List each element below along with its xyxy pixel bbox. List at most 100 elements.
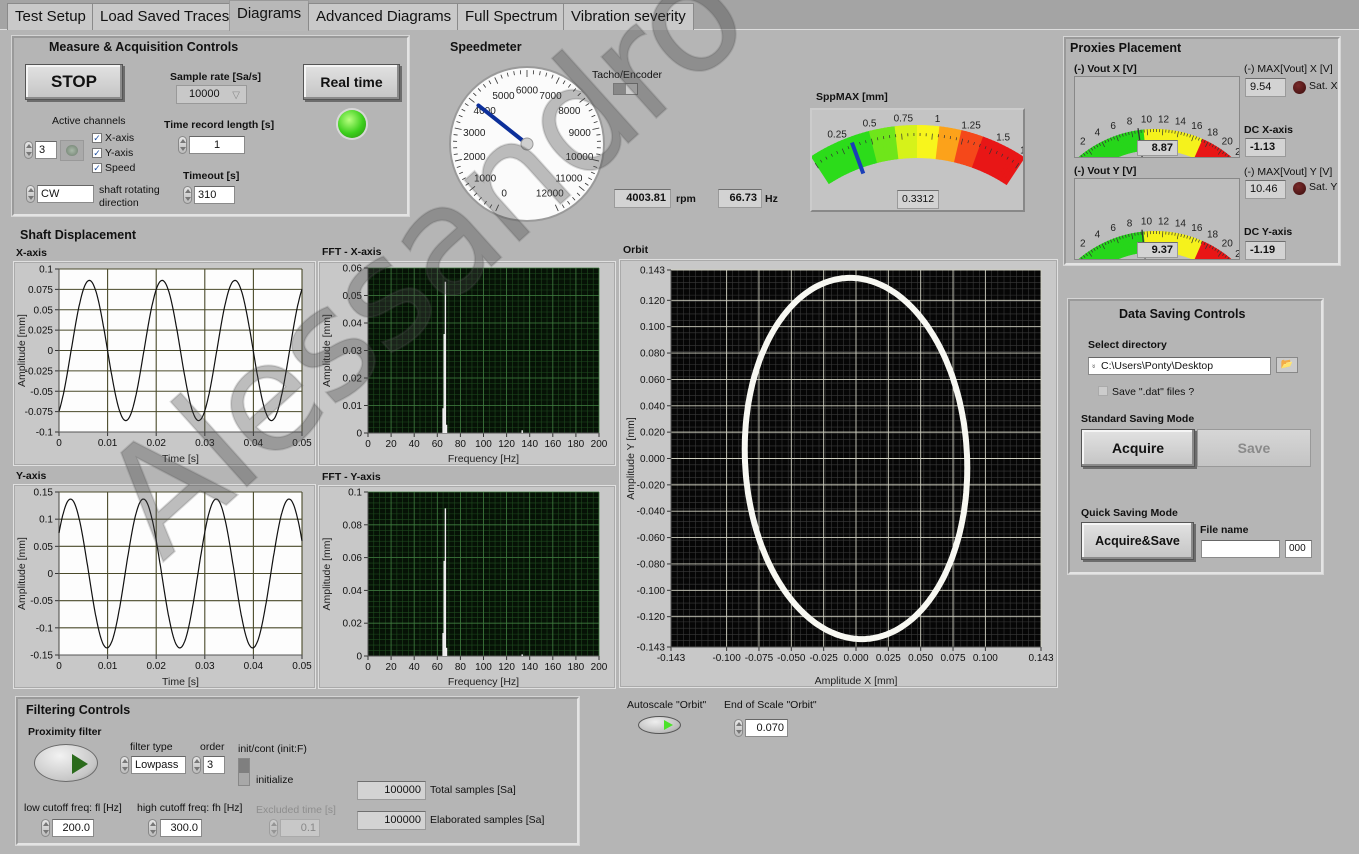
tick-label-y: -0.05 xyxy=(30,596,53,607)
tacho-encoder-switch[interactable] xyxy=(613,83,638,95)
max-x-value: 9.54 xyxy=(1245,78,1286,97)
y-axis-label: Amplitude [mm] xyxy=(16,537,28,610)
tick-label-y: -0.040 xyxy=(637,507,666,518)
gauge-label: 0.75 xyxy=(894,113,914,124)
tick-label-y: 0.01 xyxy=(343,401,363,412)
tick-label-x: 0.01 xyxy=(98,438,118,449)
timeout-spinner[interactable] xyxy=(183,186,192,204)
timeout-label: Timeout [s] xyxy=(183,170,240,182)
proximity-filter-toggle[interactable] xyxy=(34,744,98,782)
file-index-field[interactable]: 000 xyxy=(1285,540,1312,558)
active-channels-spinner[interactable] xyxy=(24,141,33,159)
max-x-label: (-) MAX[Vout] X [V] xyxy=(1244,63,1333,75)
filter-type-spinner[interactable] xyxy=(120,756,129,774)
sppmax-title: SppMAX [mm] xyxy=(816,91,888,103)
file-name-field[interactable] xyxy=(1201,540,1280,558)
end-scale-field[interactable]: 0.070 xyxy=(745,719,788,737)
stop-button[interactable]: STOP xyxy=(25,64,123,100)
checkbox-x-axis[interactable]: ✓ xyxy=(92,133,102,143)
checkbox-y-axis[interactable]: ✓ xyxy=(92,148,102,158)
order-spinner[interactable] xyxy=(192,756,201,774)
acquire-button[interactable]: Acquire xyxy=(1081,429,1195,467)
low-cutoff-spinner[interactable] xyxy=(41,819,50,837)
orbit-title: Orbit xyxy=(623,244,649,256)
order-field[interactable]: 3 xyxy=(203,756,225,774)
time-record-spinner[interactable] xyxy=(178,136,187,154)
tick-label-y: 0.05 xyxy=(343,291,363,302)
tick-label-y: 0.060 xyxy=(640,375,665,386)
gauge-label: 12000 xyxy=(536,188,564,199)
rpm-display: 4003.81 xyxy=(614,189,671,208)
x-axis-graph-title: X-axis xyxy=(16,247,47,259)
high-cutoff-field[interactable]: 300.0 xyxy=(160,819,202,837)
path-icon: ⍤ xyxy=(1091,361,1097,371)
tick-label-x: 20 xyxy=(386,439,398,450)
tab-full-spectrum[interactable]: Full Spectrum xyxy=(457,3,566,30)
y-axis-label: Amplitude [mm] xyxy=(16,314,28,387)
gauge-label: 1.7 xyxy=(1020,146,1023,157)
tick-label-y: -0.080 xyxy=(637,559,666,570)
tick-label-x: 0.02 xyxy=(146,661,166,672)
x-axis-label: Amplitude X [mm] xyxy=(815,675,898,687)
gauge-label: 0.25 xyxy=(827,129,847,140)
timeout-field[interactable]: 310 xyxy=(194,186,235,204)
gauge-label: 14 xyxy=(1175,219,1187,230)
tick-label-y: 0.02 xyxy=(343,619,363,630)
low-cutoff-label: low cutoff freq: fl [Hz] xyxy=(24,802,122,814)
active-channels-field[interactable]: 3 xyxy=(35,141,57,159)
dc-x-value: -1.13 xyxy=(1245,138,1286,157)
directory-path-field[interactable]: ⍤ C:\Users\Ponty\Desktop xyxy=(1088,357,1271,375)
tab-load-saved-traces[interactable]: Load Saved Traces xyxy=(92,3,238,30)
tick-label-x: 0.03 xyxy=(195,661,215,672)
end-scale-spinner[interactable] xyxy=(734,719,743,737)
gauge-label: 6 xyxy=(1110,223,1116,234)
sample-rate-select[interactable]: 10000 ▽ xyxy=(176,85,247,104)
gauge-label: 11000 xyxy=(555,174,583,185)
initialize-label: initialize xyxy=(256,774,294,786)
real-time-button[interactable]: Real time xyxy=(303,64,400,100)
direction-spinner[interactable] xyxy=(26,185,35,203)
gauge-label: 10 xyxy=(1141,114,1153,125)
tick-label-y: 0.075 xyxy=(28,285,53,296)
filter-type-field[interactable]: Lowpass xyxy=(131,756,186,774)
tick-label-x: 0.143 xyxy=(1028,653,1053,664)
gauge-label: 5000 xyxy=(492,91,515,102)
x-axis-time-chart: 0 0.01 0.02 0.03 0.04 0.050.10.0750.050.0250-… xyxy=(16,265,312,466)
autoscale-orbit-toggle[interactable] xyxy=(638,716,681,734)
filtering-title: Filtering Controls xyxy=(26,703,131,717)
excluded-time-field[interactable]: 0.1 xyxy=(280,819,320,837)
browse-folder-button[interactable]: 📂 xyxy=(1276,357,1298,373)
checkbox-speed-label: Speed xyxy=(105,162,136,174)
sat-y-led xyxy=(1293,182,1306,195)
time-record-field[interactable]: 1 xyxy=(189,136,245,154)
excluded-time-spinner[interactable] xyxy=(269,819,278,837)
speedmeter-title: Speedmeter xyxy=(450,40,522,54)
acquire-save-button[interactable]: Acquire&Save xyxy=(1081,522,1194,560)
direction-field[interactable]: CW xyxy=(37,185,94,203)
tick-label-x: 0.025 xyxy=(876,653,901,664)
tab-test-setup[interactable]: Test Setup xyxy=(7,3,94,30)
init-cont-switch[interactable] xyxy=(238,758,250,786)
low-cutoff-field[interactable]: 200.0 xyxy=(52,819,94,837)
tick-label-x: 0.03 xyxy=(195,438,215,449)
tick-label-x: 80 xyxy=(455,439,467,450)
save-dat-checkbox[interactable] xyxy=(1098,386,1108,396)
tab-diagrams[interactable]: Diagrams xyxy=(229,0,310,31)
checkbox-speed[interactable]: ✓ xyxy=(92,163,102,173)
tab-advanced-diagrams[interactable]: Advanced Diagrams xyxy=(308,3,460,30)
gauge-label: 1 xyxy=(935,114,941,125)
tick-label-x: 0 xyxy=(365,439,371,450)
gauge-label: 12 xyxy=(1158,114,1170,125)
proximity-filter-label: Proximity filter xyxy=(28,726,102,738)
tick-label-y: 0.04 xyxy=(343,586,363,597)
gauge-tick xyxy=(596,153,601,155)
tick-label-y: 0.1 xyxy=(348,488,362,499)
gauge-label: 10 xyxy=(1141,216,1153,227)
max-y-value: 10.46 xyxy=(1245,180,1286,199)
save-button[interactable]: Save xyxy=(1197,429,1311,467)
tab-vibration-severity[interactable]: Vibration severity xyxy=(563,3,694,30)
tick-label-y: 0.05 xyxy=(34,542,54,553)
tick-label-y: 0.080 xyxy=(640,349,665,360)
high-cutoff-spinner[interactable] xyxy=(148,819,157,837)
gauge-label: 1000 xyxy=(474,174,497,185)
